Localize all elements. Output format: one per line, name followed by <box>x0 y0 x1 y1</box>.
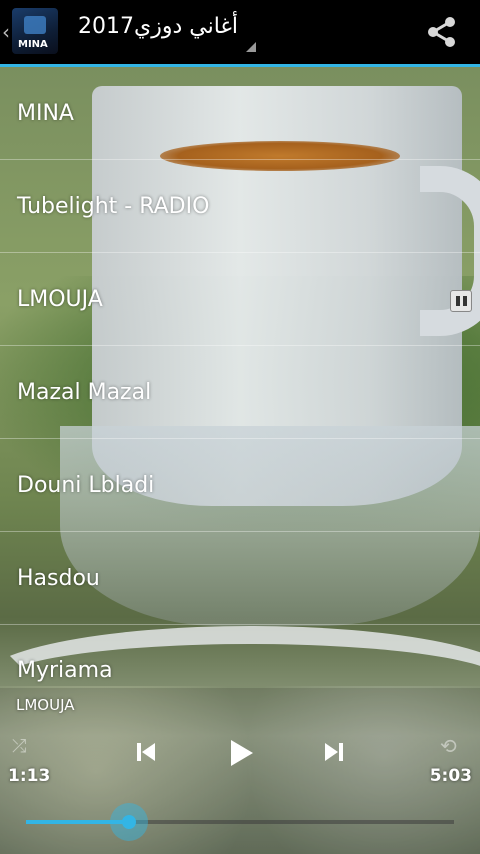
song-row-douni-lbladi[interactable]: Douni Lbladi <box>0 439 480 532</box>
repeat-icon[interactable]: ⟲ <box>440 734 457 758</box>
song-title: LMOUJA <box>17 286 103 312</box>
pause-icon[interactable] <box>450 290 472 312</box>
song-row-myriama[interactable]: Myriama <box>0 625 480 689</box>
page-title: أغاني دوزي2017 <box>78 14 239 39</box>
play-icon[interactable] <box>226 738 256 768</box>
app-logo[interactable]: MINA <box>12 8 58 54</box>
song-row-tubelight[interactable]: Tubelight - RADIO <box>0 160 480 253</box>
song-list: MINA Tubelight - RADIO LMOUJA Mazal Maza… <box>0 67 480 689</box>
player-panel: LMOUJA ⤮ ⟲ 1:13 5:03 <box>0 688 480 854</box>
elapsed-time: 1:13 <box>8 766 51 786</box>
skip-previous-icon[interactable] <box>134 740 158 764</box>
song-title: Hasdou <box>17 565 100 591</box>
spinner-caret-icon <box>246 42 256 52</box>
logo-mark-icon <box>24 16 46 34</box>
shuffle-icon[interactable]: ⤮ <box>12 736 26 757</box>
seek-bar[interactable] <box>26 803 454 841</box>
seek-bar-thumb[interactable] <box>109 803 148 841</box>
share-icon[interactable] <box>424 14 460 50</box>
song-title: MINA <box>17 100 74 126</box>
now-playing-title: LMOUJA <box>16 696 75 714</box>
song-row-mazal-mazal[interactable]: Mazal Mazal <box>0 346 480 439</box>
total-duration: 5:03 <box>429 766 472 786</box>
song-title: Tubelight - RADIO <box>17 193 210 219</box>
title-spinner[interactable]: أغاني دوزي2017 <box>78 14 258 54</box>
song-title: Myriama <box>17 658 113 683</box>
chevron-left-icon[interactable]: ‹ <box>2 20 10 44</box>
skip-next-icon[interactable] <box>322 740 346 764</box>
logo-text: MINA <box>18 39 48 50</box>
song-title: Mazal Mazal <box>17 379 152 405</box>
song-title: Douni Lbladi <box>17 472 155 498</box>
song-row-mina[interactable]: MINA <box>0 67 480 160</box>
song-row-lmouja[interactable]: LMOUJA <box>0 253 480 346</box>
song-row-hasdou[interactable]: Hasdou <box>0 532 480 625</box>
action-bar: ‹ MINA أغاني دوزي2017 <box>0 0 480 67</box>
